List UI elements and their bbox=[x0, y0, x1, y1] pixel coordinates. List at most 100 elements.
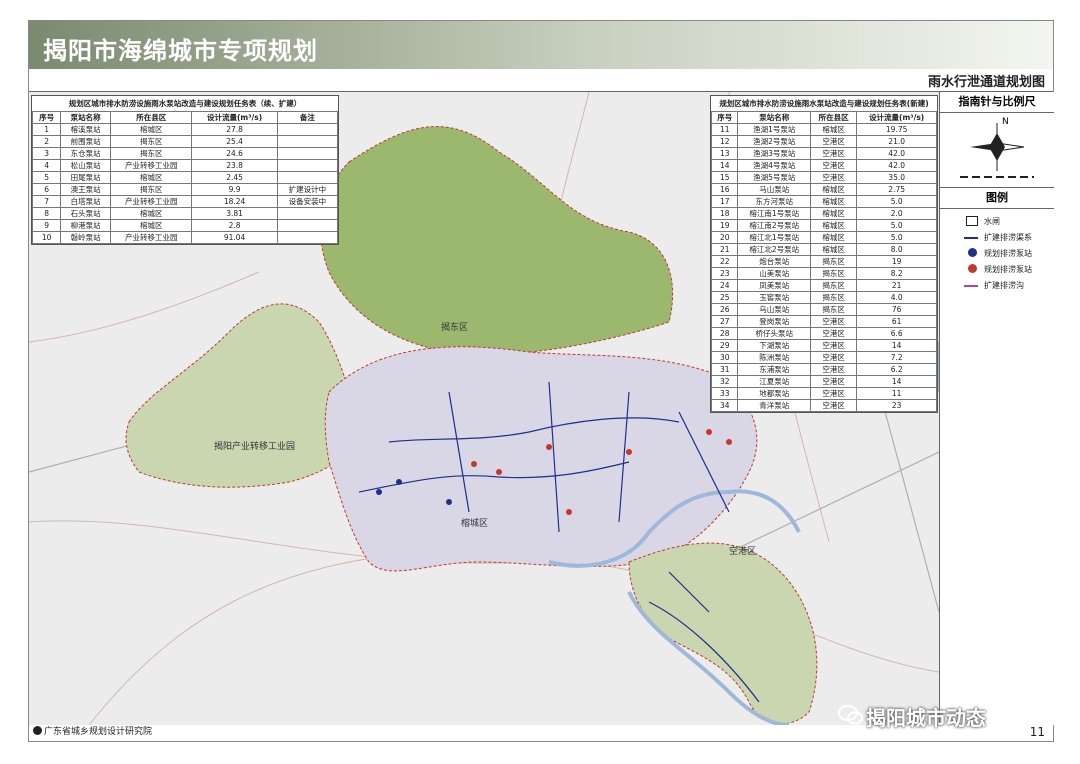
table-cell: 6.6 bbox=[856, 327, 937, 340]
table-cell: 东浦泵站 bbox=[737, 363, 811, 376]
table-row: 11 渔湖1号泵站 榕城区 19.75 bbox=[710, 123, 937, 136]
compass-title: 指南针与比例尺 bbox=[940, 92, 1054, 113]
table-cell: 榕城区 bbox=[809, 195, 858, 208]
subtitle-bar: 雨水行泄通道规划图 bbox=[29, 69, 1053, 92]
table-row: 29 下湖泵站 空港区 14 bbox=[710, 339, 937, 352]
north-label: N bbox=[1002, 117, 1009, 127]
sidebar: 指南针与比例尺 N 图例 水闸 扩建排涝渠系 规划排涝泵站 规划排涝泵站 扩建排… bbox=[939, 92, 1054, 725]
institute-logo-icon bbox=[33, 726, 42, 735]
table-row: 24 凤美泵站 揭东区 21 bbox=[710, 279, 937, 292]
table-cell: 榕江南2号泵站 bbox=[737, 219, 811, 232]
table-cell bbox=[276, 123, 339, 136]
legend-item: 规划排涝泵站 bbox=[940, 245, 1054, 261]
table-caption: 规划区城市排水防涝设施雨水泵站改造与建设规划任务表（续、扩建） bbox=[68, 99, 302, 108]
table-cell: 19 bbox=[856, 255, 937, 268]
table-cell: 32 bbox=[710, 375, 739, 388]
pump-table-new: 规划区城市排水防涝设施雨水泵站改造与建设规划任务表(新建) 序号 泵站名称 所在… bbox=[710, 95, 938, 413]
table-row: 2 前围泵站 揭东区 25.4 bbox=[31, 135, 339, 148]
table-row: 28 桥仔头泵站 空港区 6.6 bbox=[710, 327, 937, 340]
table-cell: 7.2 bbox=[856, 351, 937, 364]
table-row: 25 玉窖泵站 揭东区 4.0 bbox=[710, 291, 937, 304]
table-row: 18 榕江南1号泵站 榕城区 2.0 bbox=[710, 207, 937, 220]
table-cell: 空港区 bbox=[809, 171, 858, 184]
table-cell: 2.0 bbox=[856, 207, 937, 220]
column-header: 泵站名称 bbox=[60, 111, 111, 124]
table-cell: 9.9 bbox=[191, 183, 278, 196]
table-row: 34 青洋泵站 空港区 23 bbox=[710, 399, 937, 412]
legend-label: 规划排涝泵站 bbox=[984, 265, 1032, 274]
table-cell: 3.81 bbox=[191, 207, 278, 220]
page-number: 11 bbox=[1029, 725, 1045, 739]
industrial-park-area bbox=[125, 303, 360, 488]
table-cell: 26 bbox=[710, 303, 739, 316]
map-subtitle: 雨水行泄通道规划图 bbox=[927, 75, 1045, 90]
table-cell: 10 bbox=[31, 231, 62, 244]
table-cell: 榕江北2号泵站 bbox=[737, 243, 811, 256]
table-cell: 空港区 bbox=[809, 315, 858, 328]
table-row: 31 东浦泵站 空港区 6.2 bbox=[710, 363, 937, 376]
table-cell: 山美泵站 bbox=[737, 267, 811, 280]
table-row: 5 田尾泵站 榕城区 2.45 bbox=[31, 171, 339, 184]
table-cell: 8 bbox=[31, 207, 62, 220]
table-cell: 榕溪泵站 bbox=[60, 123, 111, 136]
table-cell: 澳王泵站 bbox=[60, 183, 111, 196]
legend-label: 规划排涝泵站 bbox=[984, 249, 1032, 258]
table-caption: 规划区城市排水防涝设施雨水泵站改造与建设规划任务表(新建) bbox=[719, 99, 929, 108]
table-cell: 2 bbox=[31, 135, 62, 148]
table-cell: 桥仔头泵站 bbox=[737, 327, 811, 340]
table-row: 20 榕江北1号泵站 榕城区 5.0 bbox=[710, 231, 937, 244]
table-cell: 石头泵站 bbox=[60, 207, 111, 220]
table-cell: 14 bbox=[710, 159, 739, 172]
table-row: 8 石头泵站 榕城区 3.81 bbox=[31, 207, 339, 220]
table-cell: 3 bbox=[31, 147, 62, 160]
table-cell: 1 bbox=[31, 123, 62, 136]
table-cell: 14 bbox=[856, 375, 937, 388]
table-cell: 揭东区 bbox=[809, 255, 858, 268]
column-header: 设计流量(m³/s) bbox=[856, 111, 937, 124]
table-row: 22 炮台泵站 揭东区 19 bbox=[710, 255, 937, 268]
table-cell: 炮台泵站 bbox=[737, 255, 811, 268]
table-cell: 榕城区 bbox=[109, 219, 193, 232]
table-cell: 6.2 bbox=[856, 363, 937, 376]
table-cell: 产业转移工业园 bbox=[109, 195, 193, 208]
table-cell: 9 bbox=[31, 219, 62, 232]
map-canvas[interactable]: 揭东区 揭阳产业转移工业园 榕城区 空港区 规划区城市排水防涝设施雨水泵站改造与… bbox=[29, 92, 939, 725]
table-cell: 榕城区 bbox=[809, 231, 858, 244]
pump-station-marker bbox=[376, 489, 382, 495]
table-cell: 18 bbox=[710, 207, 739, 220]
table-cell: 5.0 bbox=[856, 195, 937, 208]
table-cell: 8.0 bbox=[856, 243, 937, 256]
table-cell: 松山泵站 bbox=[60, 159, 111, 172]
pump-station-marker bbox=[566, 509, 572, 515]
table-cell: 28 bbox=[710, 327, 739, 340]
pump-station-marker bbox=[546, 444, 552, 450]
table-row: 15 渔湖5号泵站 空港区 35.0 bbox=[710, 171, 937, 184]
pump-station-marker bbox=[471, 461, 477, 467]
table-cell: 25.4 bbox=[191, 135, 278, 148]
table-cell: 产业转移工业园 bbox=[109, 231, 193, 244]
column-header: 泵站名称 bbox=[737, 111, 811, 124]
table-cell: 11 bbox=[710, 123, 739, 136]
table-cell: 产业转移工业园 bbox=[109, 159, 193, 172]
legend-label: 扩建排涝沟 bbox=[984, 281, 1024, 290]
legend-item: 水闸 bbox=[940, 213, 1054, 229]
table-row: 26 乌山泵站 揭东区 76 bbox=[710, 303, 937, 316]
table-cell: 91.04 bbox=[191, 231, 278, 244]
table-cell: 18.24 bbox=[191, 195, 278, 208]
table-cell bbox=[276, 135, 339, 148]
table-cell bbox=[276, 207, 339, 220]
table-cell: 渔湖2号泵站 bbox=[737, 135, 811, 148]
table-cell: 2.8 bbox=[191, 219, 278, 232]
table-cell: 榕城区 bbox=[109, 207, 193, 220]
table-cell: 陈洲泵站 bbox=[737, 351, 811, 364]
legend-title: 图例 bbox=[940, 188, 1054, 209]
wechat-icon bbox=[838, 705, 863, 725]
table-row: 27 登岗泵站 空港区 61 bbox=[710, 315, 937, 328]
table-row: 23 山美泵站 揭东区 8.2 bbox=[710, 267, 937, 280]
legend-item: 扩建排涝沟 bbox=[940, 277, 1054, 293]
table-cell: 榕城区 bbox=[109, 123, 193, 136]
column-header: 备注 bbox=[276, 111, 339, 124]
table-cell: 5.0 bbox=[856, 231, 937, 244]
table-cell: 29 bbox=[710, 339, 739, 352]
column-header: 设计流量(m³/s) bbox=[191, 111, 278, 124]
